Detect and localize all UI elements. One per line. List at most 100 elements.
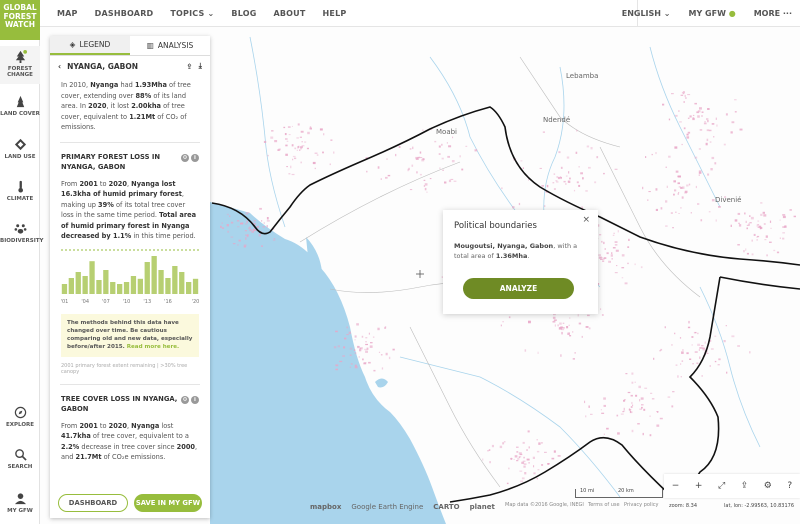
loss-pixel [373,369,376,372]
chart-bar-2012[interactable] [137,278,143,294]
loss-pixel [734,111,737,113]
loss-pixel [335,330,338,333]
loss-pixel [718,358,721,361]
zoom-in-button[interactable]: + [695,481,703,491]
nav-dashboard[interactable]: DASHBOARD [95,9,154,18]
chart-bar-2009[interactable] [117,283,123,294]
loss-pixel [286,166,288,168]
chart-bar-2019[interactable] [186,281,192,294]
nav-topics[interactable]: TOPICS ⌄ [170,9,214,18]
bar-chart-icon: ▥ [146,41,154,50]
loss-pixel [409,148,412,150]
loss-pixel [617,432,620,435]
zoom-out-button[interactable]: − [672,481,680,491]
terms-link[interactable]: Terms of use [588,502,620,508]
chevron-down-icon: ⌄ [663,9,671,18]
loss-pixel [734,219,738,222]
nav-map[interactable]: MAP [57,9,78,18]
tab-legend[interactable]: ◈ LEGEND [50,36,130,55]
help-button[interactable]: ? [787,481,792,491]
loss-pixel [763,223,766,225]
chart-bar-2018[interactable] [179,271,185,294]
info-icon[interactable]: i [191,153,199,162]
map-settings-button[interactable]: ⚙ [764,481,772,491]
privacy-link[interactable]: Privacy policy [624,502,658,508]
loss-pixel [256,225,259,228]
chart-bar-2014[interactable] [151,255,157,294]
nav-about[interactable]: ABOUT [273,9,305,18]
chart-bar-2004[interactable] [82,275,88,294]
google-earth-engine-logo[interactable]: Google Earth Engine [351,503,423,511]
loss-pixel [420,157,423,159]
chart-bar-2015[interactable] [158,269,164,294]
loss-pixel [429,178,432,180]
loss-pixel [634,263,636,266]
sidebar-item-my-gfw[interactable]: MY GFW [0,492,40,514]
more-menu[interactable]: MORE ··· [754,9,792,18]
extent-note: 2001 primary forest extent remaining | >… [61,362,188,375]
share-map-button[interactable]: ⇪ [741,481,749,491]
chart-bar-2001[interactable] [61,283,68,294]
gfw-logo[interactable]: GLOBAL FOREST WATCH [0,0,40,40]
chart-bar-2005[interactable] [89,260,95,294]
info-icon[interactable]: i [191,395,199,404]
map-coordinates: zoom: 8.34 lat, lon: -2.99563, 10.83176 [665,503,800,509]
fullscreen-button[interactable]: ⤢ [718,481,725,491]
chart-bar-2013[interactable] [144,261,150,294]
nav-blog[interactable]: BLOG [231,9,256,18]
settings-icon[interactable]: ⚙ [181,395,189,404]
chart-bar-2017[interactable] [172,265,178,294]
chart-bar-2006[interactable] [96,279,102,294]
carto-logo[interactable]: CARTO [433,503,459,511]
loss-pixel [762,211,765,214]
chart-bar-2007[interactable] [103,269,109,294]
loss-pixel [597,224,600,227]
chart-bar-2010[interactable] [123,281,130,294]
sidebar-item-forest-change[interactable]: FOREST CHANGE [0,46,40,84]
my-gfw-link[interactable]: MY GFW ● [689,9,736,18]
sidebar-item-search[interactable]: SEARCH [0,448,40,470]
settings-icon[interactable]: ⚙ [181,153,189,162]
loss-pixel [749,351,751,354]
loss-pixel [651,153,653,156]
chart-bar-2002[interactable] [68,277,74,294]
popup-area: 1.36Mha [495,252,528,260]
loss-pixel [299,149,301,151]
mapbox-logo[interactable]: mapbox [310,503,341,511]
sidebar-item-biodiversity[interactable]: BIODIVERSITY [0,222,44,244]
chart-bar-2016[interactable] [165,277,171,294]
loss-pixel [370,342,373,344]
chart-bar-2003[interactable] [75,271,81,294]
chart-bar-2011[interactable] [130,275,137,294]
chart-bar-2008[interactable] [110,281,116,294]
loss-pixel [699,129,703,131]
language-selector[interactable]: ENGLISH ⌄ [622,9,671,18]
loss-pixel [263,140,267,143]
close-icon[interactable]: × [582,215,590,225]
chart-bar-2020[interactable] [192,278,199,294]
tab-analysis[interactable]: ▥ ANALYSIS [130,36,210,55]
loss-pixel [748,223,750,226]
loss-pixel [623,399,626,402]
save-in-my-gfw-button[interactable]: SAVE IN MY GFW [134,494,202,512]
loss-pixel [572,358,575,360]
sidebar-item-land-cover[interactable]: LAND COVER [0,95,40,117]
nav-help[interactable]: HELP [323,9,347,18]
loss-pixel [519,456,522,458]
loss-pixel [675,114,678,117]
dashboard-button[interactable]: DASHBOARD [58,494,128,512]
download-icon[interactable]: ⤓ [199,61,202,71]
read-more-link[interactable]: Read more here. [127,344,179,350]
loss-pixel [292,158,294,161]
analyze-button[interactable]: ANALYZE [463,278,574,299]
sidebar-item-land-use[interactable]: LAND USE [0,138,40,160]
sidebar-item-explore[interactable]: EXPLORE [0,406,40,428]
sidebar-item-climate[interactable]: CLIMATE [0,180,40,202]
back-chevron-icon[interactable]: ‹ [58,62,61,71]
share-icon[interactable]: ⇪ [186,62,192,71]
chart-tick-label: '10 [123,299,131,304]
loss-pixel [711,123,715,125]
loss-pixel [701,375,703,377]
loss-pixel [411,164,414,167]
planet-logo[interactable]: planet [470,503,495,511]
